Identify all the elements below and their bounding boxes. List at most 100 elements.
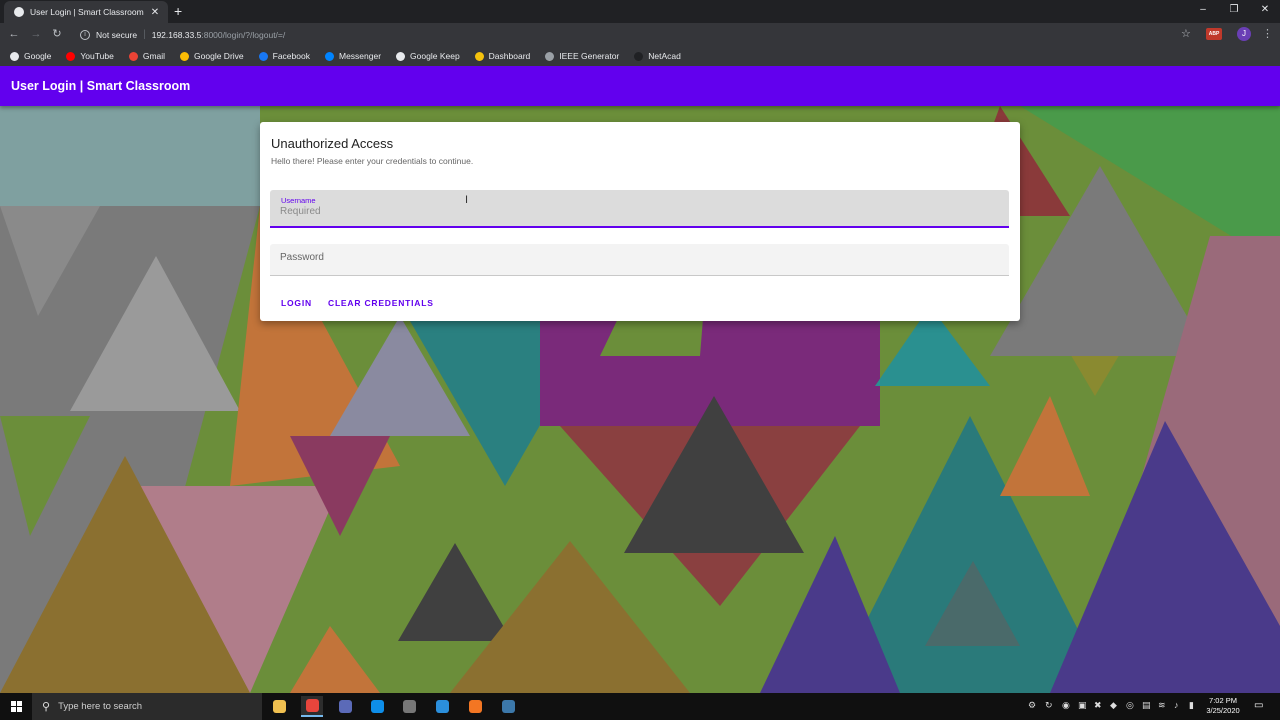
site-info-icon[interactable]: i [80, 29, 90, 40]
bookmark-favicon-icon [258, 51, 268, 61]
bookmark-google-drive[interactable]: Google Drive [180, 51, 244, 61]
url-path: :8000/login/?/logout/=/ [201, 29, 286, 40]
bookmark-label: IEEE Generator [559, 51, 620, 61]
taskbar-app-teamviewer[interactable] [366, 696, 388, 717]
active-tab[interactable]: User Login | Smart Classroom ✕ [4, 1, 168, 23]
adblock-extension-icon[interactable]: ABP [1206, 28, 1222, 40]
clock-date: 3/25/2020 [1206, 706, 1240, 715]
tray-wifi-icon[interactable]: ≋ [1158, 700, 1166, 711]
tray-app-icon-3[interactable]: ◆ [1110, 700, 1117, 711]
taskbar-app-file-explorer[interactable] [268, 696, 290, 717]
bookmark-dashboard[interactable]: Dashboard [474, 51, 531, 61]
bookmark-facebook[interactable]: Facebook [258, 51, 310, 61]
window-close-button[interactable]: ✕ [1250, 2, 1280, 18]
app-bar: User Login | Smart Classroom [0, 66, 1280, 106]
clock-time: 7:02 PM [1209, 696, 1237, 705]
taskbar-app-clock-app[interactable] [398, 696, 420, 717]
bookmark-messenger[interactable]: Messenger [324, 51, 382, 61]
bookmark-youtube[interactable]: YouTube [66, 51, 114, 61]
forward-button[interactable]: → [29, 27, 43, 41]
bookmark-favicon-icon [128, 51, 138, 61]
browser-menu-icon[interactable]: ⋮ [1262, 27, 1273, 41]
bookmark-label: Google Drive [194, 51, 244, 61]
app-title: User Login | Smart Classroom [11, 79, 191, 93]
taskbar-app-python[interactable] [497, 696, 519, 717]
bookmark-netacad[interactable]: NetAcad [634, 51, 681, 61]
reload-button[interactable]: ↻ [50, 27, 64, 41]
password-field[interactable] [270, 244, 1009, 276]
tray-shield-icon[interactable]: ◉ [1062, 700, 1070, 711]
taskbar-app-chrome[interactable] [301, 696, 323, 717]
bookmark-label: Google [24, 51, 52, 61]
notification-center-icon[interactable]: ▭ [1254, 700, 1263, 711]
login-heading: Unauthorized Access [271, 136, 394, 151]
bookmark-label: Dashboard [488, 51, 531, 61]
url-host: 192.168.33.5 [151, 29, 202, 40]
taskbar-app-xampp[interactable] [464, 696, 486, 717]
windows-taskbar: ⚲ Type here to search ⚙ ↻ ◉ ▣ ✖ ◆ ◎ ▤ ≋ … [0, 693, 1280, 720]
bookmark-favicon-icon [10, 51, 19, 61]
new-tab-button[interactable]: + [174, 3, 182, 19]
text-cursor-icon: I [465, 194, 469, 206]
tab-strip: User Login | Smart Classroom ✕ + – ❐ ✕ [0, 0, 1280, 23]
tab-close-icon[interactable]: ✕ [148, 7, 162, 18]
tray-app-icon[interactable]: ⚙ [1028, 700, 1036, 711]
chrome-icon [305, 699, 319, 712]
clock-app-icon [402, 700, 416, 713]
page-content: User Login | Smart Classroom Unauthorize… [0, 66, 1280, 693]
bookmark-favicon-icon [180, 51, 190, 61]
back-button[interactable]: ← [7, 27, 21, 41]
vscode-icon [435, 700, 449, 713]
profile-avatar[interactable]: J [1237, 27, 1251, 41]
bookmark-favicon-icon [324, 51, 334, 61]
taskbar-clock[interactable]: 7:02 PM 3/25/2020 [1198, 696, 1248, 716]
taskbar-app-vscode[interactable] [431, 696, 453, 717]
teamviewer-icon [370, 700, 384, 713]
bookmarks-bar: Google YouTube Gmail Google Drive Facebook Me… [0, 46, 1280, 66]
browser-toolbar: ← → ↻ i Not secure | 192.168.33.5 :8000/… [0, 23, 1280, 46]
bookmark-label: Facebook [272, 51, 310, 61]
tray-steam-icon[interactable]: ◎ [1126, 700, 1134, 711]
file-explorer-icon [272, 700, 286, 713]
bookmark-favicon-icon [66, 51, 76, 61]
mail-icon [338, 700, 352, 713]
bookmark-label: YouTube [80, 51, 114, 61]
bookmark-google-keep[interactable]: Google Keep [396, 51, 460, 61]
bookmark-star-icon[interactable]: ☆ [1181, 27, 1191, 41]
tray-network-icon[interactable]: ▤ [1142, 700, 1151, 711]
tab-favicon-icon [14, 7, 24, 17]
address-separator: | [143, 29, 146, 40]
start-button[interactable] [0, 693, 32, 720]
tab-title: User Login | Smart Classroom [30, 7, 144, 17]
maximize-button[interactable]: ❐ [1219, 2, 1249, 18]
security-label: Not secure [96, 29, 138, 40]
login-button[interactable]: LOGIN [281, 298, 312, 308]
search-icon: ⚲ [42, 701, 51, 713]
bookmark-google[interactable]: Google [10, 51, 51, 61]
clear-credentials-button[interactable]: CLEAR CREDENTIALS [328, 298, 434, 308]
bookmark-favicon-icon [634, 51, 644, 61]
login-card: Unauthorized Access Hello there! Please … [260, 122, 1020, 321]
username-label: Username [281, 196, 316, 205]
taskbar-search-placeholder: Type here to search [58, 701, 143, 712]
bookmark-label: NetAcad [648, 51, 681, 61]
bookmark-gmail[interactable]: Gmail [128, 51, 166, 61]
tray-xampp-icon[interactable]: ▣ [1078, 700, 1087, 711]
bookmark-label: Google Keep [410, 51, 460, 61]
password-input[interactable] [280, 252, 980, 263]
username-input[interactable] [280, 206, 980, 217]
bookmark-favicon-icon [396, 51, 406, 61]
windows-logo-icon [10, 701, 22, 712]
tray-app-icon-2[interactable]: ✖ [1094, 700, 1102, 711]
taskbar-app-mail[interactable] [334, 696, 356, 717]
tray-mic-icon[interactable]: ▮ [1189, 700, 1194, 711]
minimize-button[interactable]: – [1188, 2, 1218, 18]
address-bar[interactable]: i Not secure | 192.168.33.5 :8000/login/… [74, 25, 1204, 44]
username-field[interactable]: Username I [270, 190, 1009, 228]
bookmark-label: Gmail [142, 51, 166, 61]
bookmark-label: Messenger [338, 51, 382, 61]
taskbar-search-box[interactable]: ⚲ Type here to search [32, 693, 262, 720]
tray-sync-icon[interactable]: ↻ [1045, 700, 1053, 711]
tray-volume-icon[interactable]: ♪ [1174, 700, 1179, 710]
bookmark-ieee-generator[interactable]: IEEE Generator [545, 51, 619, 61]
